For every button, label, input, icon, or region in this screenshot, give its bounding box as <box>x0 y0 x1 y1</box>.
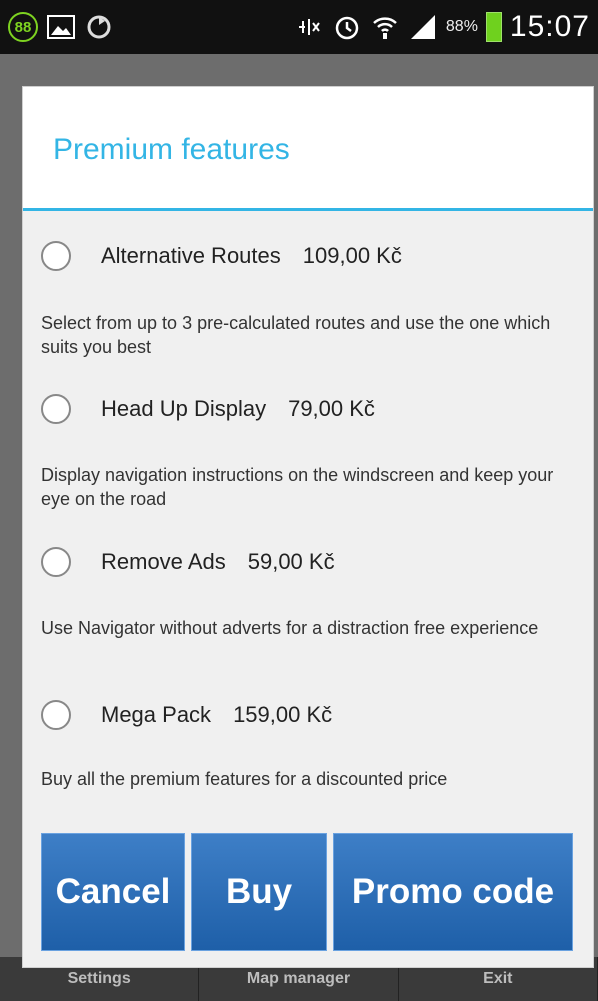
option-price: 109,00 Kč <box>302 243 402 268</box>
sync-icon <box>84 12 114 42</box>
option-description: Select from up to 3 pre-calculated route… <box>41 313 551 357</box>
option-remove-ads[interactable]: Remove Ads 59,00 Kč <box>41 547 335 577</box>
option-description: Use Navigator without adverts for a dist… <box>41 618 539 638</box>
signal-icon <box>408 12 438 42</box>
option-price: 59,00 Kč <box>247 549 335 574</box>
alarm-icon <box>332 12 362 42</box>
option-price: 79,00 Kč <box>288 396 375 421</box>
option-name: Head Up Display <box>101 396 267 421</box>
nfc-icon <box>294 12 324 42</box>
premium-features-dialog: Premium features Alternative Routes 109,… <box>23 87 593 967</box>
option-description: Display navigation instructions on the w… <box>41 465 554 509</box>
dialog-button-bar: Cancel Buy Promo code <box>41 833 573 951</box>
dialog-header: Premium features <box>23 87 593 211</box>
radio-button[interactable] <box>41 547 71 577</box>
wifi-icon <box>370 12 400 42</box>
status-bar: 88 88% 15:07 <box>0 0 598 54</box>
promo-code-button[interactable]: Promo code <box>333 833 573 951</box>
option-mega-pack[interactable]: Mega Pack 159,00 Kč <box>41 700 332 730</box>
buy-button[interactable]: Buy <box>191 833 327 951</box>
option-name: Mega Pack <box>101 702 212 727</box>
cancel-button[interactable]: Cancel <box>41 833 185 951</box>
notification-count-badge: 88 <box>8 12 38 42</box>
clock: 15:07 <box>509 10 590 43</box>
option-price: 159,00 Kč <box>233 702 333 727</box>
battery-icon <box>485 12 502 42</box>
radio-button[interactable] <box>41 700 71 730</box>
radio-button[interactable] <box>41 394 71 424</box>
battery-percent: 88% <box>445 18 478 35</box>
radio-button[interactable] <box>41 241 71 271</box>
option-alternative-routes[interactable]: Alternative Routes 109,00 Kč <box>41 241 402 271</box>
option-head-up-display[interactable]: Head Up Display 79,00 Kč <box>41 394 375 424</box>
image-icon <box>46 12 76 42</box>
dialog-title: Premium features <box>53 133 290 166</box>
option-description: Buy all the premium features for a disco… <box>41 769 448 789</box>
option-name: Remove Ads <box>101 549 226 574</box>
option-name: Alternative Routes <box>101 243 281 268</box>
